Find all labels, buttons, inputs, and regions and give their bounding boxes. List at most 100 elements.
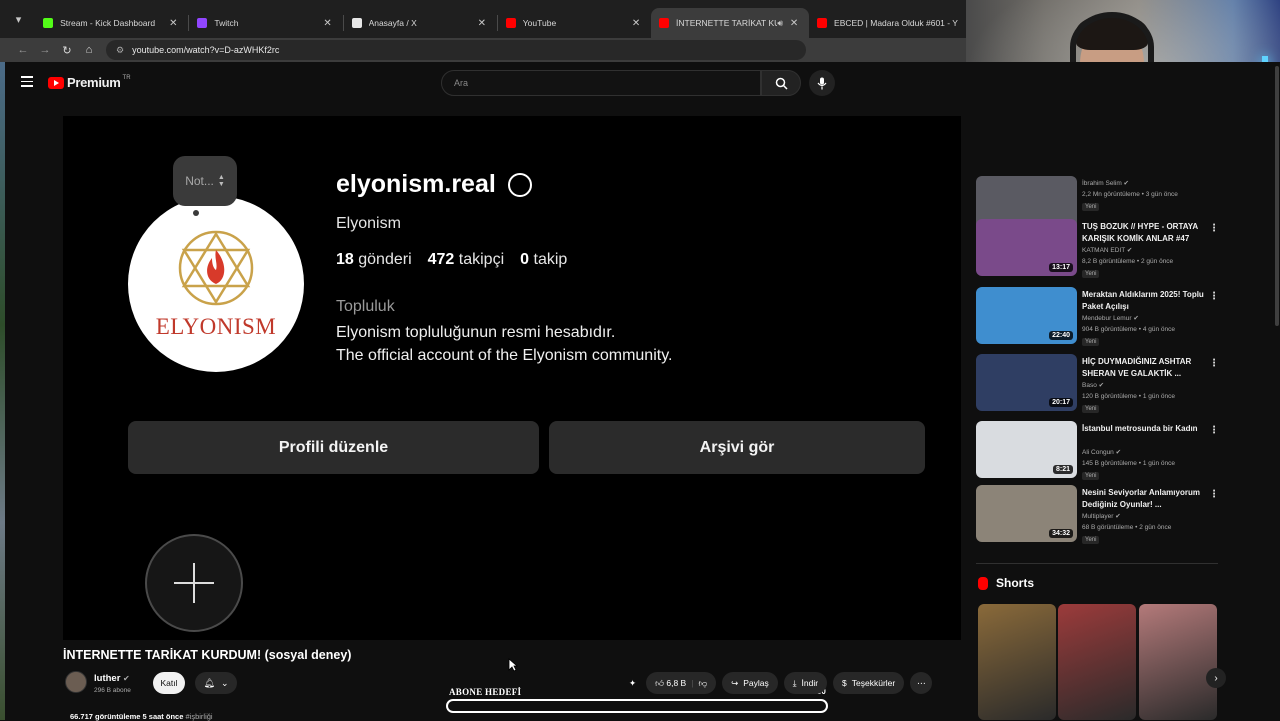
sparkle-icon[interactable]: ✦ bbox=[629, 678, 636, 689]
shorts-next-button[interactable]: › bbox=[1206, 668, 1226, 688]
video-duration: 8:21 bbox=[1052, 465, 1073, 474]
close-icon[interactable]: ✕ bbox=[629, 18, 643, 29]
new-badge: Yeni bbox=[1082, 472, 1100, 480]
verified-icon: ✔ bbox=[1098, 382, 1105, 389]
short-thumbnail[interactable] bbox=[1139, 604, 1217, 720]
subscriber-goal-bar bbox=[446, 699, 828, 713]
channel-name[interactable]: Baso ✔ bbox=[1082, 381, 1104, 389]
close-icon[interactable]: ✕ bbox=[321, 18, 335, 29]
more-vertical-icon[interactable]: ⋮ bbox=[1209, 489, 1219, 500]
video-meta: 8,2 B görüntüleme • 2 gün önce bbox=[1082, 258, 1174, 265]
recommended-video[interactable]: 20:17 HİÇ DUYMADIĞINIZ ASHTAR SHERAN VE G… bbox=[976, 354, 1226, 414]
tab-title: YouTube bbox=[522, 18, 557, 28]
stat-followers[interactable]: 472 takipçi bbox=[428, 251, 505, 269]
like-dislike-group: 👍︎ 6,8 B | 👎︎ bbox=[646, 672, 717, 694]
subscriber-count: 296 B abone bbox=[94, 687, 131, 694]
kick-favicon-icon bbox=[43, 18, 54, 28]
stat-following[interactable]: 0 takip bbox=[520, 251, 567, 269]
video-title[interactable]: Nesini Seviyorlar Anlamıyorum Dediğiniz … bbox=[1082, 487, 1207, 511]
edit-profile-button[interactable]: Profili düzenle bbox=[128, 421, 539, 474]
username-text: elyonism.real bbox=[336, 170, 496, 198]
more-vertical-icon[interactable]: ⋮ bbox=[1209, 425, 1219, 436]
more-vertical-icon[interactable]: ⋮ bbox=[1209, 291, 1219, 302]
settings-gear-icon[interactable] bbox=[507, 172, 532, 197]
new-highlight-button[interactable] bbox=[145, 534, 243, 632]
view-archive-button[interactable]: Arşivi gör bbox=[549, 421, 925, 474]
video-title: İNTERNETTE TARİKAT KURDUM! (sosyal deney… bbox=[63, 648, 352, 662]
note-bubble[interactable]: Not... ▲ ▼ bbox=[173, 156, 237, 206]
browser-tab-active[interactable]: İNTERNETTE TARİKAT KURD 🔊︎ ✕ bbox=[651, 8, 810, 38]
more-vertical-icon[interactable]: ⋮ bbox=[1209, 358, 1219, 369]
browser-tab[interactable]: Stream - Kick Dashboard ✕ bbox=[35, 8, 188, 38]
share-button[interactable]: ↪ Paylaş bbox=[722, 672, 778, 694]
recommended-video[interactable]: 34:32 Nesini Seviyorlar Anlamıyorum Dediğ… bbox=[976, 485, 1226, 545]
elyonism-flame-logo bbox=[178, 230, 254, 306]
thanks-icon: $ bbox=[842, 678, 847, 688]
browser-nav-bar: ← → ↻ ⌂ ⚙ youtube.com/watch?v=D-azWHKf2r… bbox=[0, 38, 966, 62]
channel-name[interactable]: luther ✔ bbox=[94, 673, 130, 684]
browser-tab[interactable]: EBCED | Madara Olduk #601 - Y bbox=[809, 8, 966, 38]
url-text: youtube.com/watch?v=D-azWHKf2rc bbox=[132, 45, 280, 55]
microphone-icon bbox=[817, 77, 827, 89]
search-button[interactable] bbox=[761, 70, 801, 96]
verified-icon: ✔ bbox=[1115, 449, 1122, 456]
shorts-heading: Shorts bbox=[978, 576, 1034, 590]
short-thumbnail[interactable] bbox=[1058, 604, 1136, 720]
video-player[interactable]: ELYONISM Not... ▲ ▼ elyonism.real Elyonis… bbox=[63, 116, 961, 640]
subscribe-bell-button[interactable]: 🔔︎ ⌄ bbox=[195, 672, 237, 694]
close-icon[interactable]: ✕ bbox=[166, 18, 180, 29]
channel-name[interactable]: İbrahim Selim ✔ bbox=[1082, 179, 1129, 187]
video-title[interactable]: Meraktan Aldıklarım 2025! Toplu Paket Aç… bbox=[1082, 289, 1207, 313]
video-thumbnail[interactable]: 22:40 bbox=[976, 287, 1077, 344]
like-button[interactable]: 👍︎ 6,8 B bbox=[655, 678, 686, 689]
search-input[interactable]: Ara bbox=[441, 70, 761, 96]
dislike-icon[interactable]: 👎︎ bbox=[698, 678, 707, 689]
download-button[interactable]: ⤓ İndir bbox=[783, 672, 828, 694]
new-badge: Yeni bbox=[1082, 338, 1100, 346]
video-actions: ✦ 👍︎ 6,8 B | 👎︎ ↪ Paylaş ⤓ İndir $ Teşekkür… bbox=[629, 672, 933, 694]
menu-icon[interactable] bbox=[21, 76, 33, 90]
close-icon[interactable]: ✕ bbox=[787, 18, 801, 29]
browser-tab[interactable]: Anasayfa / X ✕ bbox=[344, 8, 497, 38]
address-bar[interactable]: ⚙ youtube.com/watch?v=D-azWHKf2rc bbox=[106, 40, 806, 60]
video-duration: 13:17 bbox=[1049, 263, 1073, 272]
video-title[interactable]: İstanbul metrosunda bir Kadın bbox=[1082, 423, 1207, 435]
recommended-video[interactable]: 22:40 Meraktan Aldıklarım 2025! Toplu Pak… bbox=[976, 287, 1226, 347]
back-arrow-icon[interactable]: ← bbox=[12, 44, 34, 56]
thanks-button[interactable]: $ Teşekkürler bbox=[833, 672, 905, 694]
video-meta: 120 B görüntüleme • 1 gün önce bbox=[1082, 393, 1175, 400]
video-title[interactable]: TUŞ BOZUK // HYPE - ORTAYA KARIŞIK KOMİK… bbox=[1082, 221, 1207, 245]
video-thumbnail[interactable]: 13:17 bbox=[976, 219, 1077, 276]
join-button[interactable]: Katıl bbox=[153, 672, 185, 694]
video-thumbnail[interactable]: 34:32 bbox=[976, 485, 1077, 542]
more-vertical-icon[interactable]: ⋮ bbox=[1209, 223, 1219, 234]
voice-search-button[interactable] bbox=[809, 70, 835, 96]
channel-name[interactable]: KATMAN EDIT ✔ bbox=[1082, 246, 1132, 254]
video-title[interactable]: HİÇ DUYMADIĞINIZ ASHTAR SHERAN VE GALAKT… bbox=[1082, 356, 1207, 380]
video-thumbnail[interactable]: 8:21 bbox=[976, 421, 1077, 478]
recommended-video[interactable]: 8:21 İstanbul metrosunda bir Kadın Ali Con… bbox=[976, 421, 1226, 481]
youtube-header: Premium TR Ara bbox=[5, 62, 966, 102]
home-icon[interactable]: ⌂ bbox=[78, 44, 100, 56]
divider: | bbox=[691, 678, 694, 688]
short-thumbnail[interactable] bbox=[978, 604, 1056, 720]
close-icon[interactable]: ✕ bbox=[475, 18, 489, 29]
channel-name[interactable]: Multiplayer ✔ bbox=[1082, 512, 1121, 520]
youtube-logo[interactable]: Premium TR bbox=[48, 75, 131, 90]
more-actions-button[interactable]: ⋯ bbox=[910, 672, 933, 694]
video-thumbnail[interactable]: 20:17 bbox=[976, 354, 1077, 411]
browser-tab[interactable]: Twitch ✕ bbox=[189, 8, 342, 38]
sidebar-scrollbar[interactable] bbox=[1275, 66, 1279, 326]
site-info-icon[interactable]: ⚙ bbox=[116, 45, 124, 56]
profile-avatar: ELYONISM bbox=[128, 196, 304, 372]
channel-name[interactable]: Ali Congun ✔ bbox=[1082, 448, 1121, 456]
recommended-video[interactable]: 13:17 TUŞ BOZUK // HYPE - ORTAYA KARIŞIK … bbox=[976, 219, 1226, 279]
browser-tab[interactable]: YouTube ✕ bbox=[498, 8, 651, 38]
forward-arrow-icon[interactable]: → bbox=[34, 44, 56, 56]
reload-icon[interactable]: ↻ bbox=[56, 44, 78, 57]
channel-avatar[interactable] bbox=[65, 671, 87, 693]
stat-posts[interactable]: 18 gönderi bbox=[336, 251, 412, 269]
speaker-icon[interactable]: 🔊︎ bbox=[777, 18, 783, 29]
channel-name[interactable]: Mendebur Lemur ✔ bbox=[1082, 314, 1139, 322]
tab-search-dropdown-icon[interactable]: ▾ bbox=[6, 6, 31, 32]
